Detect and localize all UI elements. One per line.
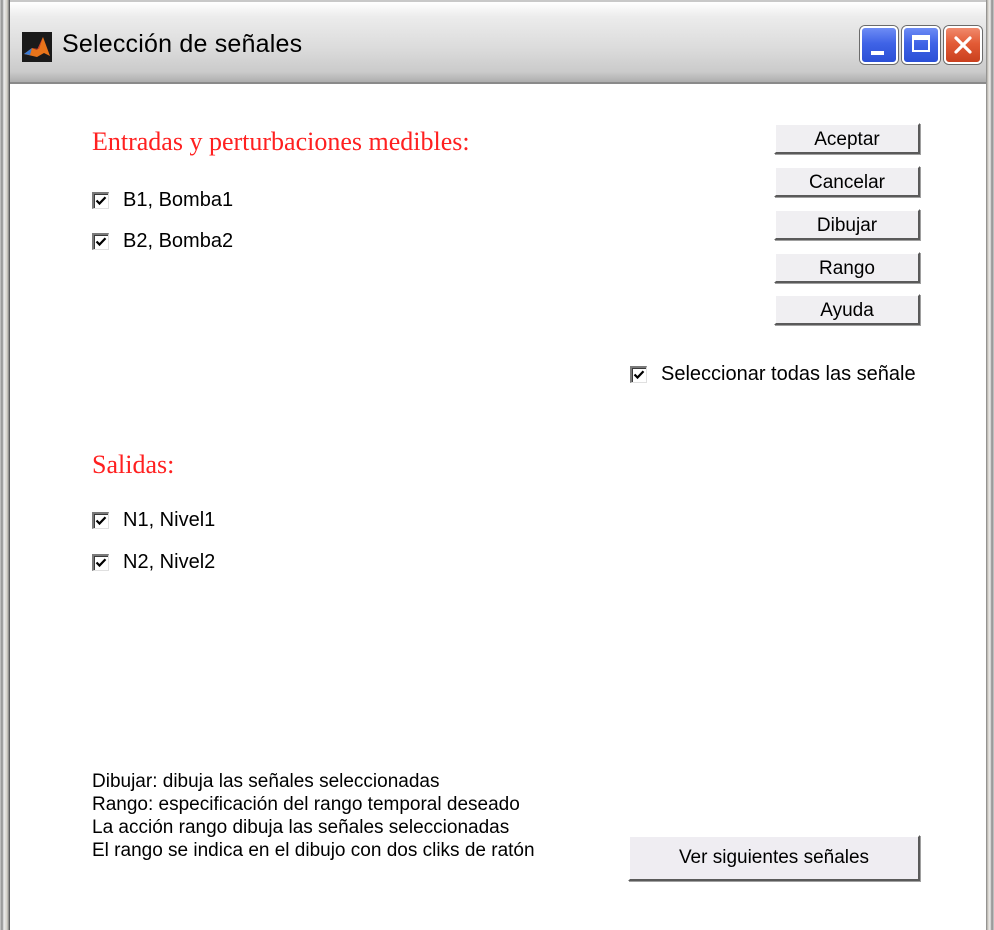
help-line: Rango: especificación del rango temporal…: [92, 794, 520, 815]
next-signals-button[interactable]: Ver siguientes señales: [628, 835, 920, 881]
select-all-checkbox[interactable]: Seleccionar todas las señales: [630, 363, 915, 386]
range-button[interactable]: Rango: [774, 252, 920, 283]
accept-button[interactable]: Aceptar: [774, 123, 920, 154]
checkmark-icon: [95, 516, 107, 526]
checkmark-icon: [95, 196, 107, 206]
window-frame-left: [0, 0, 10, 930]
checkbox-b1[interactable]: B1, Bomba1: [92, 189, 233, 212]
inputs-heading: Entradas y perturbaciones medibles:: [92, 127, 470, 156]
checkbox-box[interactable]: [92, 192, 109, 209]
checkbox-label: B1, Bomba1: [123, 189, 234, 211]
close-button[interactable]: [944, 26, 982, 64]
checkmark-icon: [633, 370, 645, 380]
select-all-label: Seleccionar todas las señales: [661, 363, 915, 385]
checkbox-box[interactable]: [92, 512, 109, 529]
help-line: Dibujar: dibuja las señales seleccionada…: [92, 771, 440, 792]
checkbox-label: N1, Nivel1: [123, 509, 216, 531]
help-button[interactable]: Ayuda: [774, 294, 920, 325]
checkbox-n2[interactable]: N2, Nivel2: [92, 551, 215, 574]
cancel-button[interactable]: Cancelar: [774, 166, 920, 197]
window-frame-right: [986, 0, 994, 930]
checkbox-b2[interactable]: B2, Bomba2: [92, 230, 233, 253]
help-line: La acción rango dibuja las señales selec…: [92, 817, 510, 838]
maximize-icon: [912, 35, 930, 52]
checkmark-icon: [95, 237, 107, 247]
outputs-heading: Salidas:: [92, 450, 175, 479]
checkbox-label: B2, Bomba2: [123, 230, 234, 252]
checkbox-n1[interactable]: N1, Nivel1: [92, 509, 215, 532]
minimize-icon: [871, 51, 884, 55]
checkbox-box[interactable]: [92, 233, 109, 250]
dialog-window: Selección de señales Entradas y perturba…: [0, 0, 994, 930]
checkmark-icon: [95, 558, 107, 568]
matlab-icon: [22, 32, 52, 62]
maximize-button[interactable]: [902, 26, 940, 64]
help-text: Dibujar: dibuja las señales seleccionada…: [92, 770, 535, 862]
window-title: Selección de señales: [62, 30, 303, 58]
help-line: El rango se indica en el dibujo con dos …: [92, 840, 535, 861]
checkbox-box[interactable]: [630, 366, 647, 383]
checkbox-label: N2, Nivel2: [123, 551, 216, 573]
minimize-button[interactable]: [860, 26, 898, 64]
title-bar[interactable]: Selección de señales: [0, 0, 994, 84]
checkbox-box[interactable]: [92, 554, 109, 571]
draw-button[interactable]: Dibujar: [774, 209, 920, 240]
